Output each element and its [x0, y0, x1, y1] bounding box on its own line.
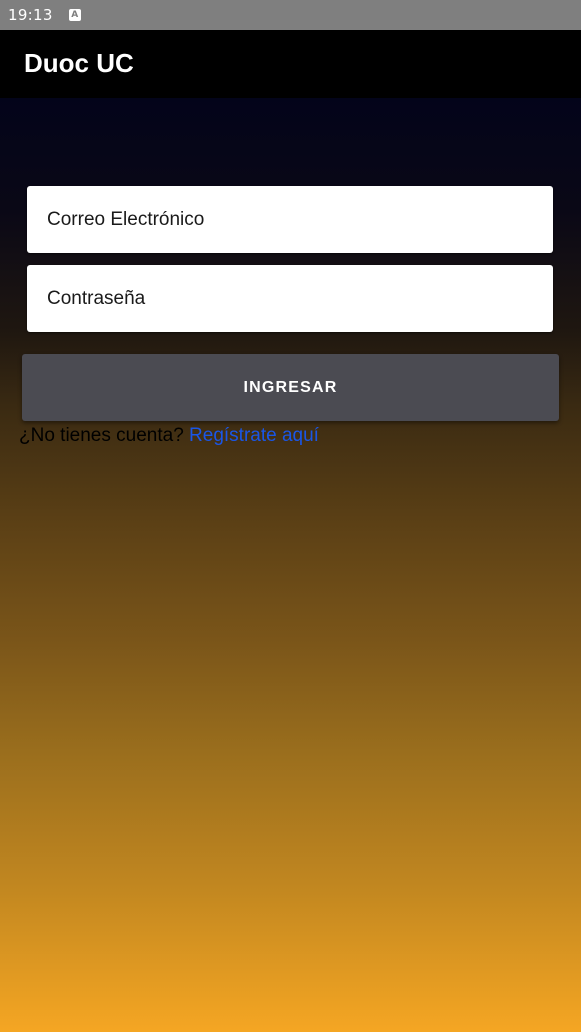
register-prompt: ¿No tienes cuenta?	[19, 425, 190, 446]
notification-icon-letter: A	[71, 9, 79, 20]
app-title: Duoc UC	[24, 47, 134, 78]
login-button[interactable]: INGRESAR	[22, 354, 559, 421]
status-bar: 19:13 A	[0, 0, 581, 30]
register-link[interactable]: Regístrate aquí	[189, 425, 319, 446]
email-placeholder: Correo Electrónico	[47, 208, 205, 230]
app-bar: Duoc UC	[0, 30, 581, 98]
password-field[interactable]: Contraseña	[27, 265, 553, 332]
login-screen: Correo Electrónico Contraseña INGRESAR ¿…	[0, 98, 581, 1032]
a-notification-icon: A	[68, 9, 81, 21]
email-field[interactable]: Correo Electrónico	[27, 186, 553, 253]
password-placeholder: Contraseña	[47, 287, 146, 309]
register-row: ¿No tienes cuenta? Regístrate aquí	[19, 425, 319, 447]
status-time: 19:13	[8, 6, 53, 24]
